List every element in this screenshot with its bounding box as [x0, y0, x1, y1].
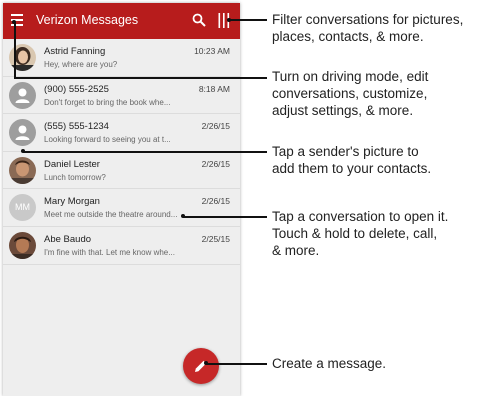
contact-photo-avatar[interactable] — [9, 231, 36, 259]
callout-line-compose — [206, 363, 267, 365]
conversation-row[interactable]: Daniel Lester Lunch tomorrow? 2/26/15 — [3, 152, 240, 190]
annotation-compose: Create a message. — [272, 355, 386, 372]
callout-line-menu — [14, 22, 16, 78]
message-preview: I'm fine with that. Let me know whe... — [44, 247, 175, 257]
callout-dot-menu — [12, 20, 16, 24]
message-time: 10:23 AM — [194, 46, 230, 56]
callout-dot-conversation — [181, 214, 185, 218]
message-time: 2/26/15 — [201, 158, 230, 169]
initials-avatar[interactable]: MM — [9, 194, 36, 222]
annotation-conversation: Tap a conversation to open it. Touch & h… — [272, 208, 448, 259]
person-icon[interactable] — [9, 81, 36, 109]
app-title: Verizon Messages — [36, 13, 139, 27]
callout-line-picture — [23, 151, 267, 153]
annotation-line: Turn on driving mode, edit — [272, 69, 429, 84]
conversation-row[interactable]: Abe Baudo I'm fine with that. Let me kno… — [3, 227, 240, 265]
message-preview: Looking forward to seeing you at t... — [44, 135, 171, 145]
message-time: 2/26/15 — [201, 121, 230, 132]
annotation-line: Tap a conversation to open it. — [272, 209, 449, 224]
annotation-picture: Tap a sender's picture to add them to yo… — [272, 143, 431, 177]
message-preview: Meet me outside the theatre around... — [44, 210, 178, 220]
contact-name: Daniel Lester — [44, 158, 100, 170]
person-icon[interactable] — [9, 119, 36, 147]
contact-name: Mary Morgan — [44, 196, 100, 208]
message-time: 2/26/15 — [201, 196, 230, 207]
callout-dot-filter — [227, 18, 231, 22]
message-time: 8:18 AM — [198, 83, 230, 94]
annotation-menu: Turn on driving mode, edit conversations… — [272, 68, 428, 119]
annotation-line: Touch & hold to delete, call, — [272, 226, 438, 241]
annotation-line: Filter conversations for pictures, — [272, 12, 464, 27]
annotation-line: Tap a sender's picture to — [272, 144, 419, 159]
compose-button[interactable] — [183, 348, 219, 384]
callout-line-menu — [14, 77, 267, 79]
contact-photo-avatar[interactable] — [9, 156, 36, 184]
annotation-line: & more. — [272, 243, 320, 258]
contact-name: (555) 555-1234 — [44, 121, 109, 133]
conversation-row[interactable]: (555) 555-1234 Looking forward to seeing… — [3, 114, 240, 152]
app-bar: Verizon Messages — [3, 3, 240, 39]
contact-name: Abe Baudo — [44, 233, 92, 245]
conversation-row[interactable]: Astrid Fanning Hey, where are you? 10:23… — [3, 39, 240, 77]
message-preview: Don't forget to bring the book whe... — [44, 97, 171, 107]
callout-dot-compose — [204, 361, 208, 365]
conversation-row[interactable]: (900) 555-2525 Don't forget to bring the… — [3, 77, 240, 115]
annotation-filter: Filter conversations for pictures, place… — [272, 11, 463, 45]
annotation-line: add them to your contacts. — [272, 161, 432, 176]
message-preview: Hey, where are you? — [44, 60, 118, 69]
message-time: 2/25/15 — [201, 233, 230, 244]
phone-screen: Verizon Messages Astrid Fanning Hey, whe — [3, 3, 240, 396]
contact-name: (900) 555-2525 — [44, 83, 109, 95]
contact-name: Astrid Fanning — [44, 46, 106, 57]
annotation-line: places, contacts, & more. — [272, 29, 424, 44]
annotation-line: conversations, customize, — [272, 86, 428, 101]
callout-line-filter — [229, 19, 267, 21]
callout-dot-picture — [21, 149, 25, 153]
search-icon[interactable] — [192, 13, 206, 27]
annotation-line: adjust settings, & more. — [272, 103, 414, 118]
message-preview: Lunch tomorrow? — [44, 172, 106, 182]
annotation-line: Create a message. — [272, 356, 387, 371]
conversation-row[interactable]: MM Mary Morgan Meet me outside the theat… — [3, 189, 240, 227]
callout-line-conversation — [183, 216, 267, 218]
